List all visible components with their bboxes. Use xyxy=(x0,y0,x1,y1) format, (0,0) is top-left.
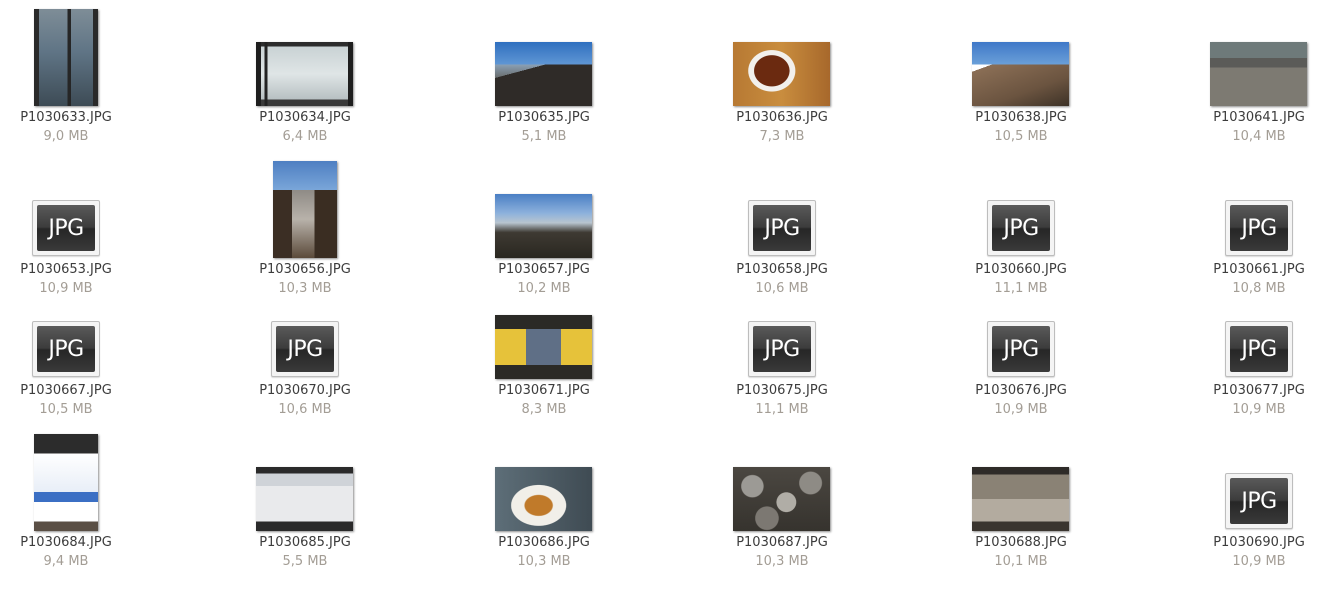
thumbnail-area xyxy=(464,434,624,532)
valley-photo-icon xyxy=(273,161,337,258)
friendship-sign-photo-icon xyxy=(34,434,98,531)
courtyard-photo-icon xyxy=(1210,42,1307,106)
file-name: P1030670.JPG xyxy=(259,383,351,398)
thumbnail-area xyxy=(702,434,862,532)
file-size: 11,1 MB xyxy=(994,281,1048,296)
file-size: 8,3 MB xyxy=(521,402,567,417)
thumbnail-area xyxy=(464,161,624,259)
file-size: 10,9 MB xyxy=(1232,402,1286,417)
file-size: 10,8 MB xyxy=(1232,281,1286,296)
jpg-file-icon: JPG xyxy=(271,321,339,377)
thumbnail-area xyxy=(225,9,385,107)
thumbnail-area xyxy=(941,9,1101,107)
file-name: P1030687.JPG xyxy=(736,535,828,550)
file-size: 5,5 MB xyxy=(282,554,328,569)
file-size: 10,9 MB xyxy=(39,281,93,296)
window-photo-icon xyxy=(34,9,98,106)
file-size: 11,1 MB xyxy=(755,402,809,417)
file-name: P1030636.JPG xyxy=(736,110,828,125)
file-name: P1030658.JPG xyxy=(736,262,828,277)
file-name: P1030675.JPG xyxy=(736,383,828,398)
thumbnail-area xyxy=(0,9,146,107)
file-size: 10,3 MB xyxy=(517,554,571,569)
file-name: P1030641.JPG xyxy=(1213,110,1305,125)
file-size: 9,0 MB xyxy=(43,129,89,144)
file-name: P1030633.JPG xyxy=(20,110,112,125)
file-name: P1030635.JPG xyxy=(498,110,590,125)
jpg-label: JPG xyxy=(1003,336,1039,362)
thumbnail-area xyxy=(225,434,385,532)
file-name: P1030660.JPG xyxy=(975,262,1067,277)
file-name: P1030676.JPG xyxy=(975,383,1067,398)
jpg-label: JPG xyxy=(1241,488,1277,514)
thumbnail-area xyxy=(702,9,862,107)
frosted-window-photo-icon xyxy=(256,42,353,106)
file-size: 10,9 MB xyxy=(994,402,1048,417)
jpg-file-icon: JPG xyxy=(987,321,1055,377)
jpg-file-icon: JPG xyxy=(1225,321,1293,377)
file-size: 9,4 MB xyxy=(43,554,89,569)
file-name: P1030667.JPG xyxy=(20,383,112,398)
file-name: P1030653.JPG xyxy=(20,262,112,277)
file-size: 10,3 MB xyxy=(755,554,809,569)
thumbnail-area xyxy=(941,434,1101,532)
thumbnail-area xyxy=(1179,9,1327,107)
file-name: P1030634.JPG xyxy=(259,110,351,125)
file-size: 10,3 MB xyxy=(278,281,332,296)
thumbnail-area xyxy=(0,434,146,532)
file-size: 10,6 MB xyxy=(278,402,332,417)
jpg-file-icon: JPG xyxy=(1225,200,1293,256)
file-size: 10,5 MB xyxy=(39,402,93,417)
welcome-banner-photo-icon xyxy=(256,467,353,531)
thumbnail-area xyxy=(464,282,624,380)
file-size: 10,5 MB xyxy=(994,129,1048,144)
mountain-range-photo-icon xyxy=(495,194,592,258)
jpg-label: JPG xyxy=(287,336,323,362)
file-size: 10,9 MB xyxy=(1232,554,1286,569)
jpg-label: JPG xyxy=(764,215,800,241)
file-name: P1030685.JPG xyxy=(259,535,351,550)
file-name: P1030688.JPG xyxy=(975,535,1067,550)
mountain-panorama-photo-icon xyxy=(495,42,592,106)
file-name: P1030656.JPG xyxy=(259,262,351,277)
file-name: P1030661.JPG xyxy=(1213,262,1305,277)
jpg-label: JPG xyxy=(48,336,84,362)
jpg-label: JPG xyxy=(764,336,800,362)
mountain-photo-icon xyxy=(972,42,1069,106)
jpg-label: JPG xyxy=(48,215,84,241)
jpg-file-icon: JPG xyxy=(748,321,816,377)
tea-cup-photo-icon xyxy=(733,42,830,106)
file-name: P1030686.JPG xyxy=(498,535,590,550)
jpg-label: JPG xyxy=(1241,336,1277,362)
file-name: P1030690.JPG xyxy=(1213,535,1305,550)
jpg-file-icon: JPG xyxy=(987,200,1055,256)
thumbnail-area xyxy=(464,9,624,107)
thumbnail-area xyxy=(225,161,385,259)
signboard-photo-icon xyxy=(495,315,592,379)
file-name: P1030657.JPG xyxy=(498,262,590,277)
file-size: 10,4 MB xyxy=(1232,129,1286,144)
file-name: P1030684.JPG xyxy=(20,535,112,550)
jpg-file-icon: JPG xyxy=(748,200,816,256)
file-name: P1030677.JPG xyxy=(1213,383,1305,398)
sundial-photo-icon xyxy=(972,467,1069,531)
file-size: 10,6 MB xyxy=(755,281,809,296)
file-size: 7,3 MB xyxy=(759,129,805,144)
jpg-file-icon: JPG xyxy=(1225,473,1293,529)
file-size: 10,1 MB xyxy=(994,554,1048,569)
file-size: 5,1 MB xyxy=(521,129,567,144)
jpg-file-icon: JPG xyxy=(32,200,100,256)
file-size: 6,4 MB xyxy=(282,129,328,144)
jpg-file-icon: JPG xyxy=(32,321,100,377)
jpg-label: JPG xyxy=(1003,215,1039,241)
rocks-photo-icon xyxy=(733,467,830,531)
file-name: P1030638.JPG xyxy=(975,110,1067,125)
file-icon-grid: P1030633.JPG 9,0 MB P1030634.JPG 6,4 MB … xyxy=(0,0,1327,590)
file-name: P1030671.JPG xyxy=(498,383,590,398)
food-plate-photo-icon xyxy=(495,467,592,531)
jpg-label: JPG xyxy=(1241,215,1277,241)
